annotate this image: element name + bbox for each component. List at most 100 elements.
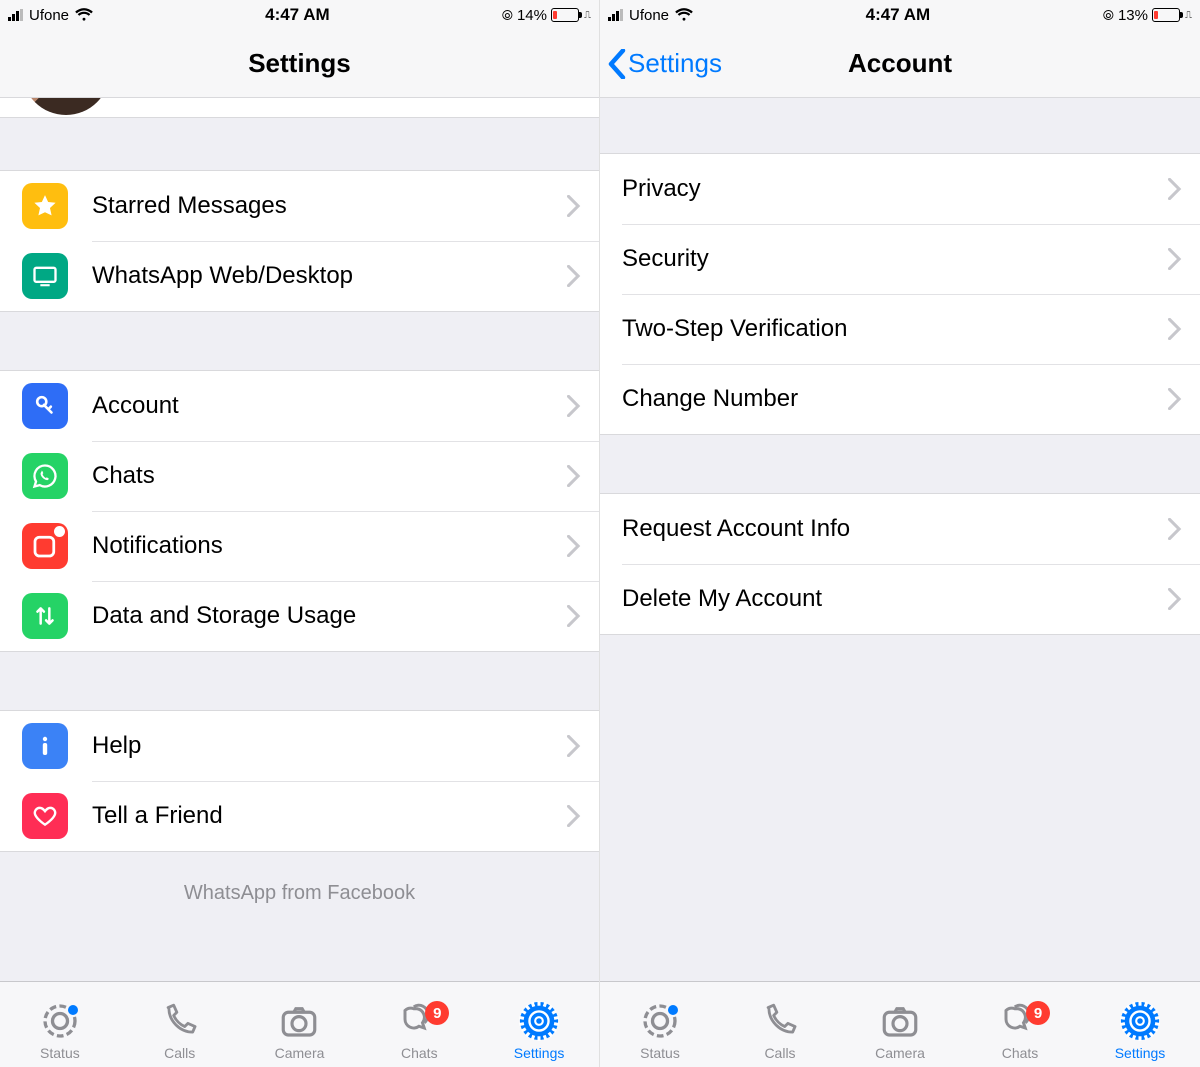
camera-icon bbox=[278, 1000, 320, 1042]
settings-screen: Ufone 4:47 AM ⦾ 14% ⎍ Settings Starred M… bbox=[0, 0, 600, 1067]
battery-icon bbox=[1152, 8, 1180, 22]
battery-pct-label: 14% bbox=[517, 7, 547, 24]
row-label: Request Account Info bbox=[622, 515, 1168, 543]
gear-icon bbox=[518, 1000, 560, 1042]
lock-icon: ⦾ bbox=[1103, 8, 1114, 22]
tab-label: Status bbox=[40, 1045, 80, 1061]
camera-icon bbox=[879, 1000, 921, 1042]
tab-label: Calls bbox=[764, 1045, 795, 1061]
row-notifications[interactable]: Notifications bbox=[0, 511, 599, 581]
chevron-right-icon bbox=[1168, 588, 1182, 610]
signal-icon bbox=[8, 9, 23, 21]
battery-icon bbox=[551, 8, 579, 22]
tab-bar: Status Calls Camera 9 Chats bbox=[600, 981, 1200, 1067]
row-label: Two-Step Verification bbox=[622, 315, 1168, 343]
row-label: WhatsApp Web/Desktop bbox=[92, 262, 567, 290]
phone-icon bbox=[761, 1002, 799, 1040]
key-icon bbox=[22, 383, 68, 429]
row-chats[interactable]: Chats bbox=[0, 441, 599, 511]
desktop-icon bbox=[22, 253, 68, 299]
tab-status[interactable]: Status bbox=[600, 982, 720, 1067]
tab-settings[interactable]: Settings bbox=[479, 982, 599, 1067]
navbar: Settings bbox=[0, 30, 599, 98]
row-help[interactable]: Help bbox=[0, 711, 599, 781]
row-change-number[interactable]: Change Number bbox=[600, 364, 1200, 434]
whatsapp-icon bbox=[22, 453, 68, 499]
chevron-right-icon bbox=[1168, 248, 1182, 270]
chevron-right-icon bbox=[567, 395, 581, 417]
chevron-right-icon bbox=[567, 265, 581, 287]
wifi-icon bbox=[675, 8, 693, 22]
status-dot-icon bbox=[668, 1005, 678, 1015]
wifi-icon bbox=[75, 8, 93, 22]
signal-icon bbox=[608, 9, 623, 21]
row-label: Delete My Account bbox=[622, 585, 1168, 613]
tab-label: Camera bbox=[875, 1045, 925, 1061]
row-label: Notifications bbox=[92, 532, 567, 560]
tab-camera[interactable]: Camera bbox=[240, 982, 360, 1067]
row-data-storage[interactable]: Data and Storage Usage bbox=[0, 581, 599, 651]
row-starred-messages[interactable]: Starred Messages bbox=[0, 171, 599, 241]
row-request-info[interactable]: Request Account Info bbox=[600, 494, 1200, 564]
carrier-label: Ufone bbox=[29, 7, 69, 24]
row-two-step[interactable]: Two-Step Verification bbox=[600, 294, 1200, 364]
notification-badge-icon bbox=[22, 523, 68, 569]
chats-badge: 9 bbox=[425, 1001, 449, 1025]
chats-badge: 9 bbox=[1026, 1001, 1050, 1025]
row-label: Tell a Friend bbox=[92, 802, 567, 830]
battery-pct-label: 13% bbox=[1118, 7, 1148, 24]
row-tell-friend[interactable]: Tell a Friend bbox=[0, 781, 599, 851]
row-label: Change Number bbox=[622, 385, 1168, 413]
group-starred-web: Starred Messages WhatsApp Web/Desktop bbox=[0, 170, 599, 312]
row-label: Chats bbox=[92, 462, 567, 490]
footer-note: WhatsApp from Facebook bbox=[0, 852, 599, 905]
star-icon bbox=[22, 183, 68, 229]
status-bar: Ufone 4:47 AM ⦾ 13% ⎍ bbox=[600, 0, 1200, 30]
account-screen: Ufone 4:47 AM ⦾ 13% ⎍ Settings Account P… bbox=[600, 0, 1200, 1067]
chevron-right-icon bbox=[567, 735, 581, 757]
row-label: Account bbox=[92, 392, 567, 420]
phone-icon bbox=[161, 1002, 199, 1040]
row-delete-account[interactable]: Delete My Account bbox=[600, 564, 1200, 634]
profile-row-partial[interactable] bbox=[0, 98, 599, 118]
gear-icon bbox=[1119, 1000, 1161, 1042]
group-privacy-security: Privacy Security Two-Step Verification C… bbox=[600, 153, 1200, 435]
page-title: Settings bbox=[0, 48, 599, 79]
tab-label: Calls bbox=[164, 1045, 195, 1061]
tab-chats[interactable]: 9 Chats bbox=[960, 982, 1080, 1067]
tab-label: Settings bbox=[1115, 1045, 1166, 1061]
chevron-right-icon bbox=[567, 605, 581, 627]
group-help: Help Tell a Friend bbox=[0, 710, 599, 852]
group-request-delete: Request Account Info Delete My Account bbox=[600, 493, 1200, 635]
back-label: Settings bbox=[628, 48, 722, 79]
row-whatsapp-web[interactable]: WhatsApp Web/Desktop bbox=[0, 241, 599, 311]
row-label: Security bbox=[622, 245, 1168, 273]
row-privacy[interactable]: Privacy bbox=[600, 154, 1200, 224]
chevron-right-icon bbox=[1168, 318, 1182, 340]
chevron-right-icon bbox=[567, 195, 581, 217]
tab-chats[interactable]: 9 Chats bbox=[359, 982, 479, 1067]
chevron-right-icon bbox=[567, 465, 581, 487]
avatar bbox=[22, 98, 110, 115]
heart-icon bbox=[22, 793, 68, 839]
row-account[interactable]: Account bbox=[0, 371, 599, 441]
tab-status[interactable]: Status bbox=[0, 982, 120, 1067]
tab-bar: Status Calls Camera 9 Chats bbox=[0, 981, 599, 1067]
carrier-label: Ufone bbox=[629, 7, 669, 24]
chevron-right-icon bbox=[567, 805, 581, 827]
tab-label: Camera bbox=[275, 1045, 325, 1061]
info-icon bbox=[22, 723, 68, 769]
cable-icon: ⎍ bbox=[584, 10, 591, 21]
row-security[interactable]: Security bbox=[600, 224, 1200, 294]
chevron-left-icon bbox=[608, 49, 626, 79]
chevron-right-icon bbox=[567, 535, 581, 557]
tab-calls[interactable]: Calls bbox=[120, 982, 240, 1067]
tab-settings[interactable]: Settings bbox=[1080, 982, 1200, 1067]
tab-calls[interactable]: Calls bbox=[720, 982, 840, 1067]
back-button[interactable]: Settings bbox=[600, 48, 722, 79]
row-label: Data and Storage Usage bbox=[92, 602, 567, 630]
tab-label: Status bbox=[640, 1045, 680, 1061]
tab-camera[interactable]: Camera bbox=[840, 982, 960, 1067]
chevron-right-icon bbox=[1168, 518, 1182, 540]
navbar: Settings Account bbox=[600, 30, 1200, 98]
